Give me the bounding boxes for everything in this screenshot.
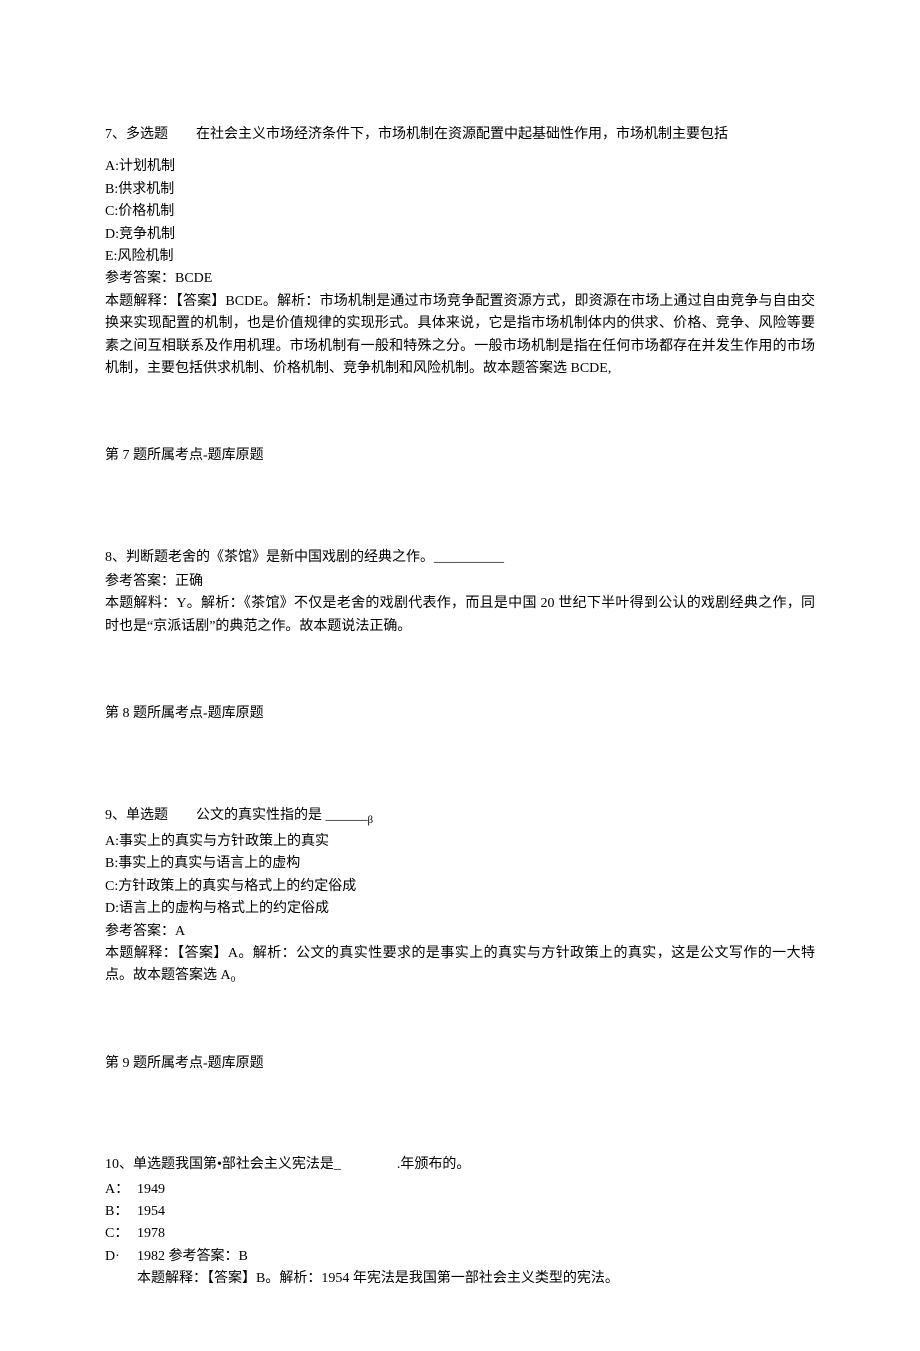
q9-header-text: 9、单选题 公文的真实性指的是 ______ bbox=[105, 808, 368, 823]
q10-label-a: A： bbox=[105, 1179, 137, 1201]
q7-option-e: E:风险机制 bbox=[105, 246, 815, 268]
q9-explanation: 本题解释：【答案】A。解析：公文的真实性要求的是事实上的真实与方针政策上的真实，… bbox=[105, 943, 815, 988]
q9-option-c: C:方针政策上的真实与格式上的约定俗成 bbox=[105, 876, 815, 898]
q10-row-c: C： 1978 bbox=[105, 1223, 625, 1245]
q8-answer: 参考答案：正确 bbox=[105, 571, 815, 593]
q9-header: 9、单选题 公文的真实性指的是 ______β bbox=[105, 805, 815, 829]
q7-option-c: C:价格机制 bbox=[105, 201, 815, 223]
question-10: 10、单选题我国第•部社会主义宪法是_ .年颁布的。 A： 1949 B： 19… bbox=[105, 1154, 815, 1290]
q10-row-d: D· 1982 参考答案：B bbox=[105, 1246, 625, 1268]
q9-topic: 第 9 题所属考点-题库原题 bbox=[105, 1053, 815, 1075]
spacer bbox=[105, 638, 815, 703]
q10-label-c: C： bbox=[105, 1223, 137, 1245]
q8-explanation: 本题解料：Y。解析：《茶馆》不仅是老舍的戏剧代表作，而且是中国 20 世纪下半叶… bbox=[105, 593, 815, 638]
spacer bbox=[105, 380, 815, 445]
q7-explanation: 本题解释：【答案】BCDE。解析：市场机制是通过市场竞争配置资源方式，即资源在市… bbox=[105, 291, 815, 381]
q10-row-b: B： 1954 bbox=[105, 1201, 625, 1223]
q7-header: 7、多选题 在社会主义市场经济条件下，市场机制在资源配置中起基础性作用，市场机制… bbox=[105, 124, 815, 146]
q10-label-d: D· bbox=[105, 1246, 137, 1268]
q7-option-b: B:供求机制 bbox=[105, 179, 815, 201]
q8-topic: 第 8 题所属考点-题库原题 bbox=[105, 703, 815, 725]
question-7: 7、多选题 在社会主义市场经济条件下，市场机制在资源配置中起基础性作用，市场机制… bbox=[105, 124, 815, 380]
question-8: 8、判断题老舍的《茶馆》是新中国戏剧的经典之作。__________ 参考答案：… bbox=[105, 547, 815, 639]
q9-header-sub: β bbox=[368, 813, 374, 825]
spacer bbox=[105, 1075, 815, 1140]
q9-option-b: B:事实上的真实与语言上的虚构 bbox=[105, 853, 815, 875]
q8-header: 8、判断题老舍的《茶馆》是新中国戏剧的经典之作。__________ bbox=[105, 547, 815, 569]
q7-option-d: D:竞争机制 bbox=[105, 224, 815, 246]
q10-value-c: 1978 bbox=[137, 1223, 625, 1245]
q10-label-empty bbox=[105, 1268, 137, 1290]
q9-answer: 参考答案：A bbox=[105, 921, 815, 943]
q10-explanation: 本题解释：【答案】B。解析：1954 年宪法是我国第一部社会主义类型的宪法。 bbox=[137, 1268, 625, 1290]
q7-option-a: A:计划机制 bbox=[105, 156, 815, 178]
spacer bbox=[105, 148, 815, 156]
question-9: 9、单选题 公文的真实性指的是 ______β A:事实上的真实与方针政策上的真… bbox=[105, 805, 815, 988]
spacer bbox=[105, 988, 815, 1053]
q10-header: 10、单选题我国第•部社会主义宪法是_ .年颁布的。 bbox=[105, 1154, 815, 1176]
q9-option-a: A:事实上的真实与方针政策上的真实 bbox=[105, 831, 815, 853]
spacer bbox=[105, 726, 815, 791]
q7-topic: 第 7 题所属考点-题库原题 bbox=[105, 445, 815, 467]
q10-value-a: 1949 bbox=[137, 1179, 625, 1201]
q7-answer: 参考答案：BCDE bbox=[105, 268, 815, 290]
q9-option-d: D:语言上的虚构与格式上的约定俗成 bbox=[105, 898, 815, 920]
spacer bbox=[105, 468, 815, 533]
document-page: 7、多选题 在社会主义市场经济条件下，市场机制在资源配置中起基础性作用，市场机制… bbox=[0, 0, 920, 1351]
q10-row-explain: 本题解释：【答案】B。解析：1954 年宪法是我国第一部社会主义类型的宪法。 bbox=[105, 1268, 625, 1290]
q10-value-b: 1954 bbox=[137, 1201, 625, 1223]
q10-label-b: B： bbox=[105, 1201, 137, 1223]
q10-row-a: A： 1949 bbox=[105, 1179, 625, 1201]
q10-options-table: A： 1949 B： 1954 C： 1978 D· 1982 参考答案：B 本… bbox=[105, 1179, 625, 1291]
q10-value-d-and-answer: 1982 参考答案：B bbox=[137, 1246, 625, 1268]
